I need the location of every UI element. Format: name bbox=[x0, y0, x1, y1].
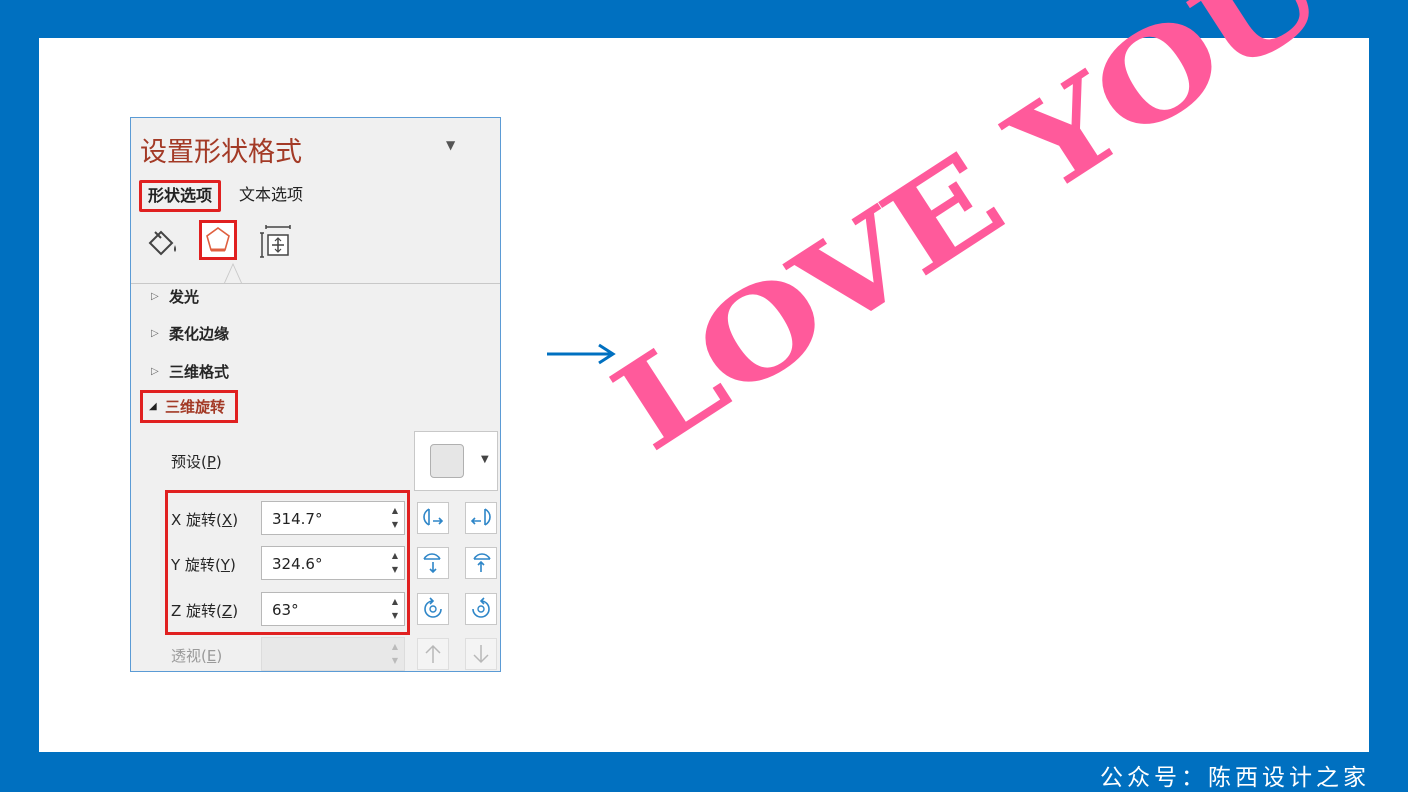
tab-shape-options[interactable]: 形状选项 bbox=[139, 180, 222, 212]
x-rotation-spinner[interactable]: ▲▼ bbox=[261, 501, 405, 535]
y-rotation-label: Y 旋转(Y) bbox=[171, 556, 236, 574]
rotate-left-icon bbox=[423, 508, 444, 526]
fill-line-icon[interactable] bbox=[143, 220, 183, 264]
x-rotate-left-button[interactable] bbox=[417, 502, 449, 534]
pane-divider bbox=[131, 283, 500, 284]
rotate-up-icon bbox=[423, 553, 441, 574]
y-rotation-input[interactable] bbox=[270, 551, 384, 577]
rotate-counterclockwise-icon bbox=[472, 597, 490, 618]
y-rotate-up-button[interactable] bbox=[417, 547, 449, 579]
perspective-label: 透视(E) bbox=[171, 647, 223, 665]
z-rotate-counterclockwise-button[interactable] bbox=[465, 593, 497, 625]
section-label: 三维格式 bbox=[169, 363, 230, 381]
section-label: 柔化边缘 bbox=[169, 325, 230, 343]
spin-buttons[interactable]: ▲ ▼ bbox=[388, 595, 402, 623]
collapsed-triangle-icon: ▷ bbox=[151, 328, 159, 339]
expanded-triangle-icon: ◢ bbox=[149, 401, 157, 412]
perspective-input bbox=[270, 642, 384, 668]
spin-buttons[interactable]: ▲ ▼ bbox=[388, 504, 402, 532]
z-rotation-label: Z 旋转(Z) bbox=[171, 602, 239, 620]
section-label: 三维旋转 bbox=[165, 398, 226, 416]
active-category-caret bbox=[224, 263, 242, 283]
section-soft-edges[interactable]: ▷ 柔化边缘 bbox=[151, 323, 229, 344]
x-rotate-right-button[interactable] bbox=[465, 502, 497, 534]
y-rotation-spinner[interactable]: ▲▼ bbox=[261, 546, 405, 580]
section-label: 发光 bbox=[169, 288, 200, 306]
size-properties-icon[interactable] bbox=[257, 220, 297, 264]
effects-pentagon-icon[interactable] bbox=[199, 220, 237, 260]
tab-text-options[interactable]: 文本选项 bbox=[239, 180, 303, 210]
arrow-up-icon bbox=[425, 644, 441, 663]
collapsed-triangle-icon: ▷ bbox=[151, 291, 159, 302]
pane-options-dropdown[interactable]: ▼ bbox=[446, 138, 455, 152]
rotate-right-icon bbox=[470, 508, 491, 526]
format-shape-pane: 设置形状格式 ▼ 形状选项 文本选项 ▷ 发光 ▷ 柔化边缘 ▷ 三维格式 ◢ … bbox=[130, 117, 501, 672]
preset-dropdown[interactable]: ▼ bbox=[414, 431, 498, 491]
chevron-down-icon: ▼ bbox=[481, 454, 489, 465]
footer-credit: 公众号：陈西设计之家 bbox=[1100, 765, 1370, 791]
x-rotation-input[interactable] bbox=[270, 506, 384, 532]
perspective-decrease-button bbox=[465, 638, 497, 670]
spin-buttons: ▲ ▼ bbox=[391, 642, 399, 665]
pane-title: 设置形状格式 bbox=[140, 137, 302, 168]
section-3d-format[interactable]: ▷ 三维格式 bbox=[151, 361, 229, 382]
rotate-clockwise-icon bbox=[424, 597, 442, 618]
z-rotate-clockwise-button[interactable] bbox=[417, 593, 449, 625]
preset-swatch bbox=[430, 444, 464, 478]
z-rotation-input[interactable] bbox=[270, 597, 384, 623]
preset-label: 预设(P) bbox=[171, 453, 222, 471]
x-rotation-label: X 旋转(X) bbox=[171, 511, 239, 529]
section-3d-rotation[interactable]: ◢ 三维旋转 bbox=[140, 390, 239, 423]
spin-buttons[interactable]: ▲ ▼ bbox=[388, 549, 402, 577]
arrow-down-icon bbox=[473, 645, 489, 664]
z-rotation-spinner[interactable]: ▲▼ bbox=[261, 592, 405, 626]
rotate-down-icon bbox=[473, 553, 491, 572]
y-rotate-down-button[interactable] bbox=[465, 547, 497, 579]
perspective-increase-button bbox=[417, 638, 449, 670]
collapsed-triangle-icon: ▷ bbox=[151, 366, 159, 377]
perspective-spinner: ▲ ▼ bbox=[261, 637, 405, 671]
section-glow[interactable]: ▷ 发光 bbox=[151, 286, 199, 307]
